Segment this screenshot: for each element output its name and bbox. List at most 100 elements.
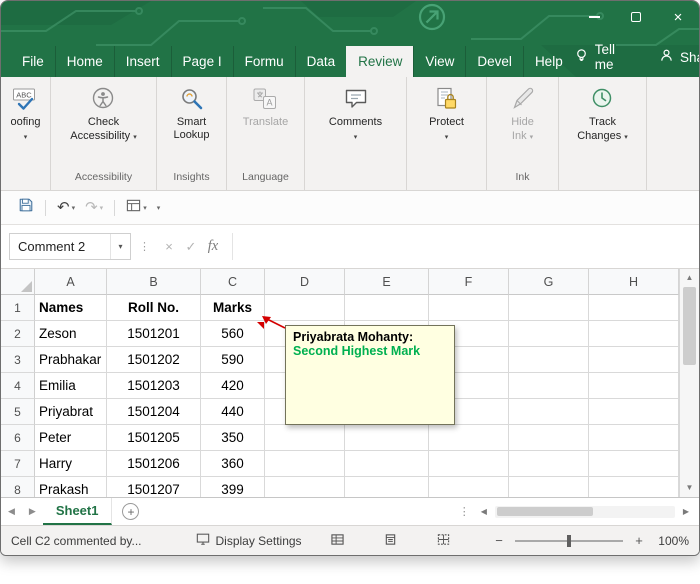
tab-home[interactable]: Home [54, 46, 114, 77]
sheet-tab-sheet1[interactable]: Sheet1 [42, 498, 113, 525]
cell-B1[interactable]: Roll No. [107, 295, 201, 321]
table-command-button[interactable]: ▾ [121, 196, 152, 220]
cell-A8[interactable]: Prakash [35, 477, 107, 497]
cell-H5[interactable] [589, 399, 679, 425]
proofing-button[interactable]: ABC oofing ▾ [11, 84, 40, 144]
cell-E7[interactable] [345, 451, 429, 477]
hide-ink-button[interactable]: Hide Ink ▾ [510, 84, 536, 144]
tab-help[interactable]: Help [522, 46, 574, 77]
sheet-nav-right-icon[interactable]: ▶ [22, 506, 43, 517]
cell-G7[interactable] [509, 451, 589, 477]
tab-split-handle[interactable]: ⋮ [459, 505, 470, 518]
formula-bar-splitter[interactable]: ⋮ [139, 240, 150, 253]
tab-data[interactable]: Data [294, 46, 347, 77]
column-header-F[interactable]: F [429, 269, 509, 295]
protect-button[interactable]: Protect ▾ [429, 84, 464, 144]
row-header-7[interactable]: 7 [1, 451, 35, 477]
cell-G5[interactable] [509, 399, 589, 425]
cell-F7[interactable] [429, 451, 509, 477]
row-header-6[interactable]: 6 [1, 425, 35, 451]
cell-G2[interactable] [509, 321, 589, 347]
comment-box[interactable]: Priyabrata Mohanty: Second Highest Mark [285, 325, 455, 425]
cell-B2[interactable]: 1501201 [107, 321, 201, 347]
cell-H4[interactable] [589, 373, 679, 399]
zoom-out-button[interactable]: − [492, 533, 506, 548]
cell-H8[interactable] [589, 477, 679, 497]
cell-B8[interactable]: 1501207 [107, 477, 201, 497]
scroll-left-icon[interactable]: ◀ [477, 507, 491, 516]
display-settings-button[interactable]: Display Settings [196, 532, 302, 549]
column-header-H[interactable]: H [589, 269, 679, 295]
formula-input[interactable] [232, 233, 691, 260]
cell-G6[interactable] [509, 425, 589, 451]
cell-D7[interactable] [265, 451, 345, 477]
cell-C7[interactable]: 360 [201, 451, 265, 477]
column-header-E[interactable]: E [345, 269, 429, 295]
cell-A1[interactable]: Names [35, 295, 107, 321]
row-header-2[interactable]: 2 [1, 321, 35, 347]
hscroll-thumb[interactable] [496, 507, 593, 516]
page-layout-view-button[interactable] [384, 533, 397, 549]
column-header-A[interactable]: A [35, 269, 107, 295]
column-header-B[interactable]: B [107, 269, 201, 295]
check-accessibility-button[interactable]: Check Accessibility ▾ [70, 84, 137, 144]
zoom-slider[interactable] [515, 534, 623, 547]
tab-file[interactable]: File [11, 46, 55, 77]
row-header-8[interactable]: 8 [1, 477, 35, 497]
cell-C6[interactable]: 350 [201, 425, 265, 451]
cell-H1[interactable] [589, 295, 679, 321]
cell-C2[interactable]: 560 [201, 321, 265, 347]
cell-C4[interactable]: 420 [201, 373, 265, 399]
cell-B4[interactable]: 1501203 [107, 373, 201, 399]
vscroll-track[interactable] [680, 287, 699, 479]
cell-A4[interactable]: Emilia [35, 373, 107, 399]
column-header-D[interactable]: D [265, 269, 345, 295]
cell-D8[interactable] [265, 477, 345, 497]
cell-A6[interactable]: Peter [35, 425, 107, 451]
cell-H6[interactable] [589, 425, 679, 451]
cell-H3[interactable] [589, 347, 679, 373]
cell-F1[interactable] [429, 295, 509, 321]
tab-insert[interactable]: Insert [113, 46, 171, 77]
save-button[interactable] [13, 195, 39, 220]
scroll-right-icon[interactable]: ▶ [679, 507, 693, 516]
cell-F6[interactable] [429, 425, 509, 451]
cell-E1[interactable] [345, 295, 429, 321]
cell-C3[interactable]: 590 [201, 347, 265, 373]
redo-button[interactable]: ↷ ▾ [80, 198, 108, 217]
column-header-C[interactable]: C [201, 269, 265, 295]
cell-G4[interactable] [509, 373, 589, 399]
customize-qat-button[interactable]: ▾ [152, 202, 166, 214]
cell-A7[interactable]: Harry [35, 451, 107, 477]
cell-G8[interactable] [509, 477, 589, 497]
maximize-button[interactable] [615, 1, 657, 33]
cell-A2[interactable]: Zeson [35, 321, 107, 347]
vscroll-thumb[interactable] [683, 287, 696, 365]
row-header-5[interactable]: 5 [1, 399, 35, 425]
tab-review[interactable]: Review [346, 46, 414, 77]
select-all-button[interactable] [1, 269, 35, 295]
tell-me-button[interactable]: Tell me [574, 42, 615, 72]
cell-C1[interactable]: Marks [201, 295, 265, 321]
cell-H2[interactable] [589, 321, 679, 347]
close-button[interactable]: × [657, 1, 699, 33]
name-box-dropdown-icon[interactable]: ▾ [110, 234, 130, 259]
zoom-in-button[interactable]: + [632, 533, 646, 548]
enter-button[interactable]: ✓ [180, 239, 202, 255]
cell-B3[interactable]: 1501202 [107, 347, 201, 373]
normal-view-button[interactable] [331, 533, 344, 549]
cell-F8[interactable] [429, 477, 509, 497]
name-box[interactable]: Comment 2 ▾ [9, 233, 131, 260]
zoom-level[interactable]: 100% [655, 534, 689, 548]
column-header-G[interactable]: G [509, 269, 589, 295]
cell-B6[interactable]: 1501205 [107, 425, 201, 451]
insert-function-button[interactable]: fx [202, 238, 224, 255]
scroll-down-icon[interactable]: ▼ [686, 482, 694, 494]
tab-devel[interactable]: Devel [465, 46, 523, 77]
add-sheet-button[interactable]: + [122, 503, 140, 520]
cell-H7[interactable] [589, 451, 679, 477]
cell-B7[interactable]: 1501206 [107, 451, 201, 477]
share-button[interactable]: Share [659, 48, 699, 66]
cell-E8[interactable] [345, 477, 429, 497]
row-header-1[interactable]: 1 [1, 295, 35, 321]
